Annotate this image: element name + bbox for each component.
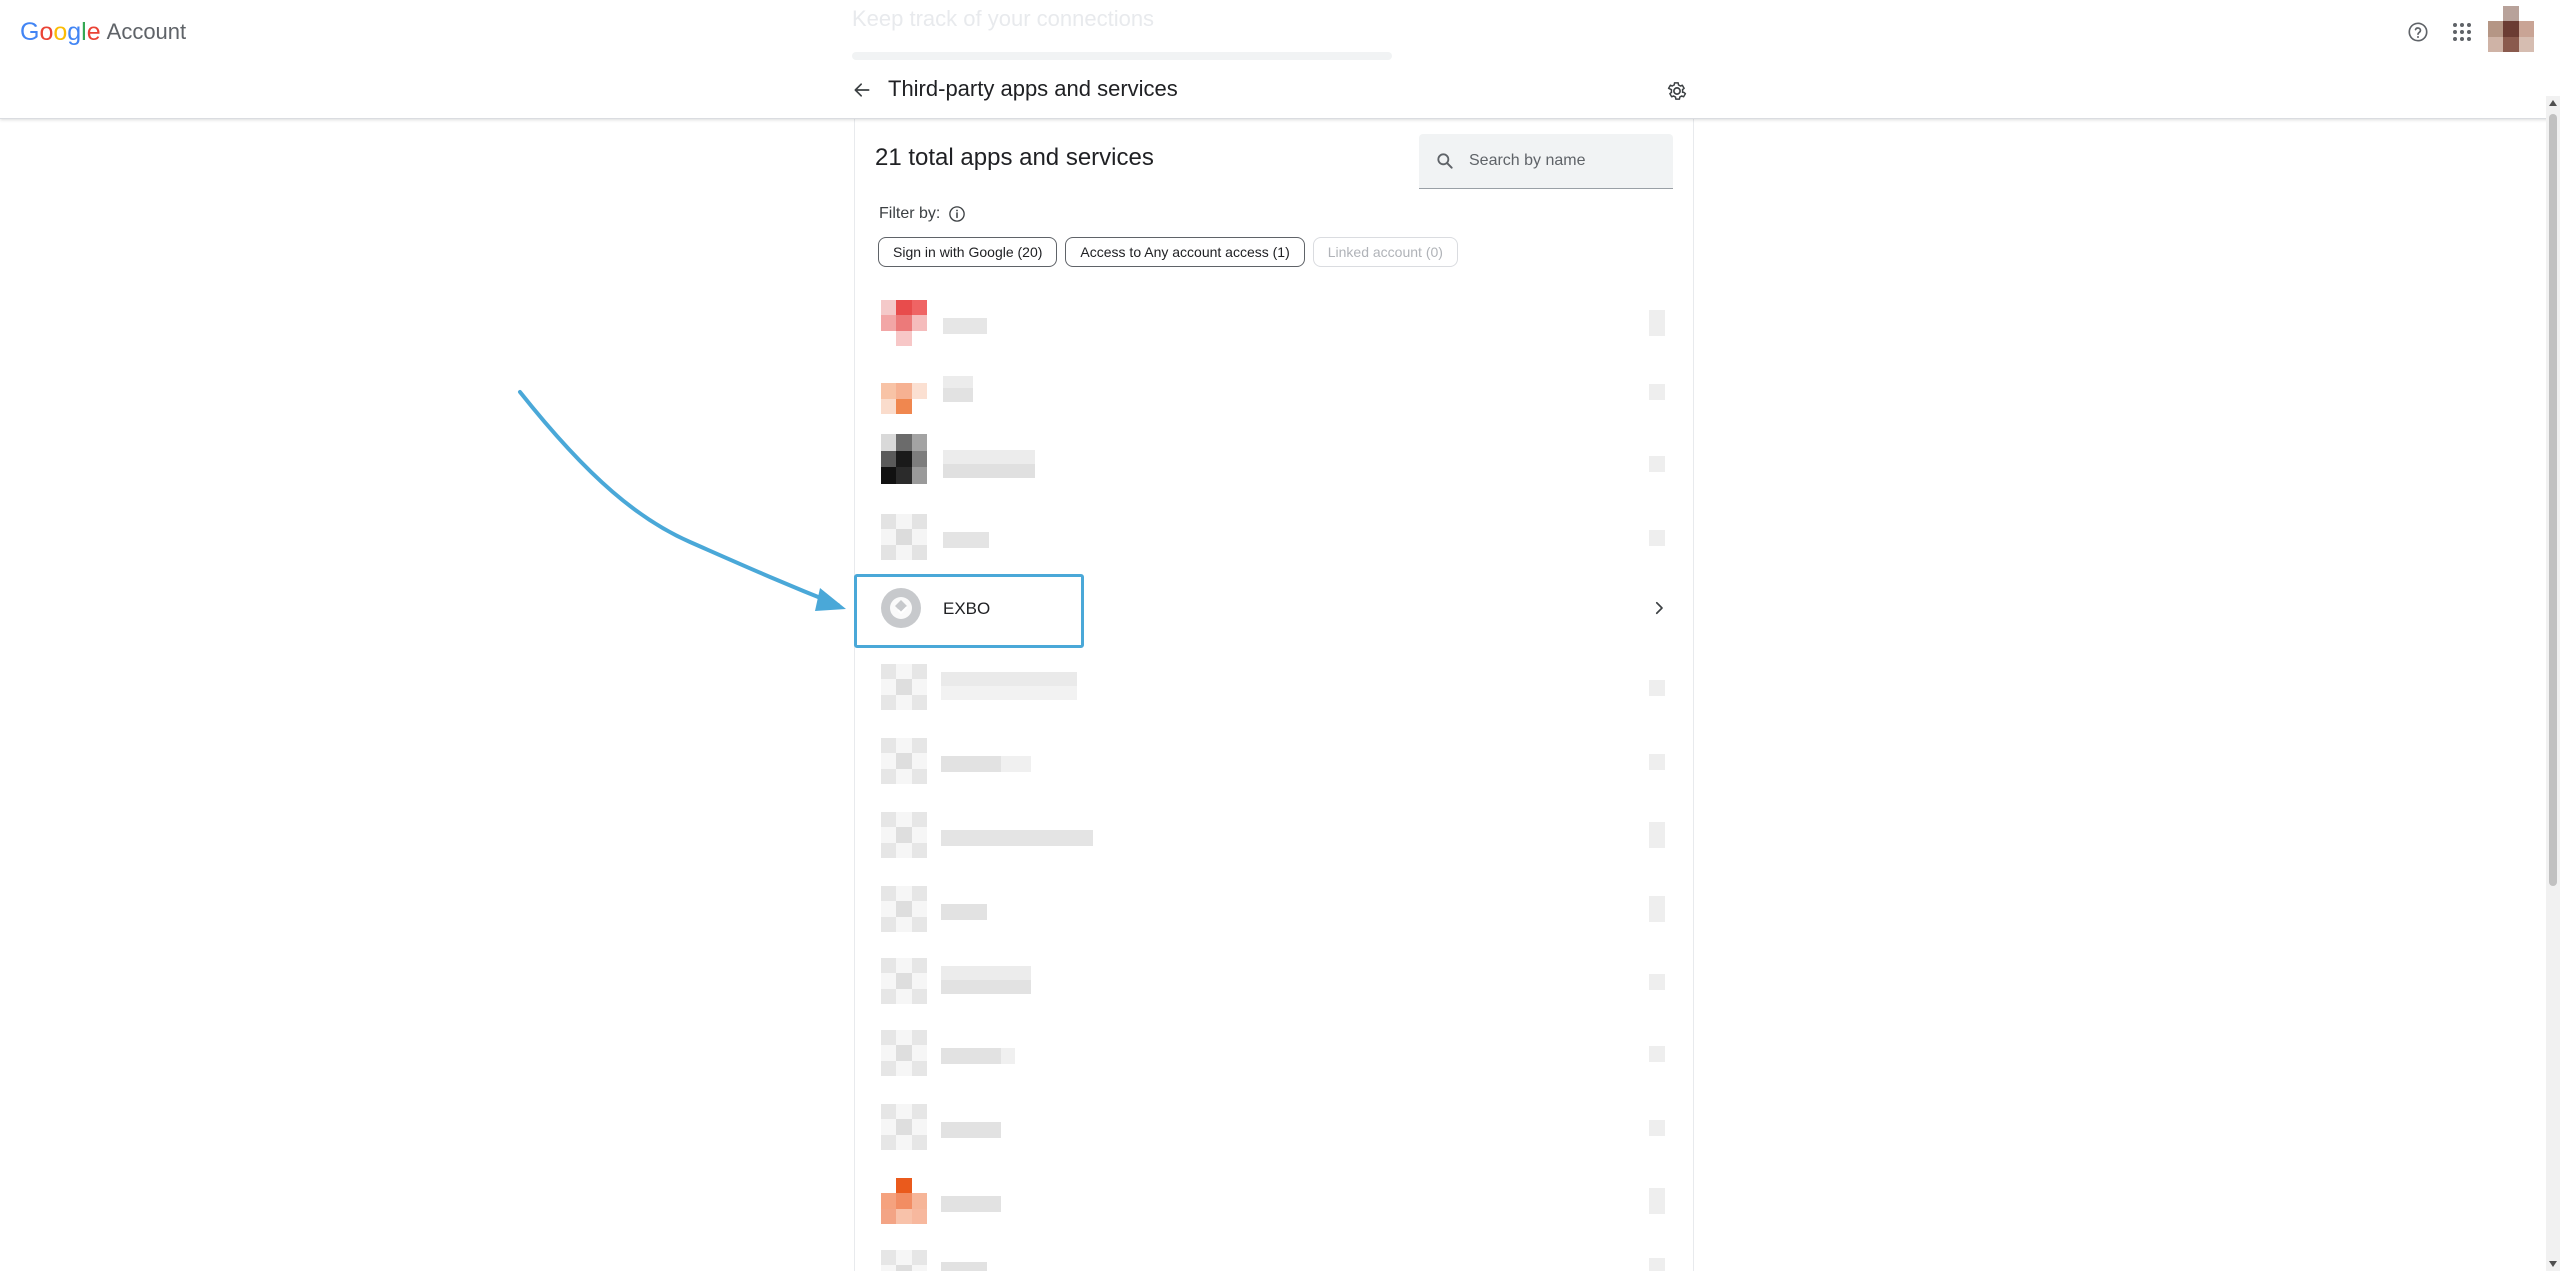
google-logo-letter: o: [53, 17, 68, 46]
redacted-app-icon: [881, 514, 927, 560]
redacted-chevron: [1649, 310, 1665, 336]
scroll-up-arrow-icon[interactable]: [2549, 100, 2557, 106]
redacted-app-icon: [881, 368, 927, 414]
chevron-right-icon: [1647, 596, 1671, 620]
app-list-item[interactable]: [855, 724, 1693, 798]
filter-chip-account-access[interactable]: Access to Any account access (1): [1065, 237, 1305, 267]
redacted-chevron: [1649, 1120, 1665, 1136]
redacted-chevron: [1649, 384, 1665, 400]
google-logo-letter: G: [20, 17, 40, 46]
redacted-app-icon: [881, 300, 927, 346]
redacted-app-icon: [881, 664, 927, 710]
app-list-item[interactable]: [855, 872, 1693, 946]
app-list-item[interactable]: [855, 650, 1693, 724]
account-avatar[interactable]: [2488, 6, 2534, 52]
top-app-bar: Google Account Keep track of your connec…: [0, 0, 2560, 119]
redacted-app-icon: [881, 434, 927, 484]
page-header: Third-party apps and services: [848, 70, 1688, 114]
redacted-chevron: [1649, 896, 1665, 922]
app-list-item[interactable]: [855, 1090, 1693, 1164]
redacted-app-icon: [881, 1104, 927, 1150]
redacted-app-icon: [881, 1030, 927, 1076]
redacted-app-name: [941, 1262, 987, 1271]
redacted-chevron: [1649, 754, 1665, 770]
app-list-item[interactable]: [855, 354, 1693, 428]
info-icon[interactable]: [948, 205, 966, 223]
google-logo: Google: [20, 18, 101, 47]
scrollbar-thumb[interactable]: [2549, 114, 2557, 886]
faded-section-title: Keep track of your connections: [852, 6, 1155, 31]
app-list-item[interactable]: [855, 798, 1693, 872]
apps-grid-icon[interactable]: [2446, 16, 2478, 48]
app-list-item[interactable]: [855, 944, 1693, 1018]
page-title: Third-party apps and services: [888, 76, 1178, 101]
redacted-app-icon: [881, 1178, 927, 1224]
redacted-app-name: [941, 1048, 1015, 1064]
redacted-app-name: [941, 966, 1031, 994]
redacted-app-name: [941, 904, 987, 920]
search-icon: [1437, 153, 1453, 169]
scroll-down-arrow-icon[interactable]: [2549, 1261, 2557, 1267]
app-list-item[interactable]: [855, 1164, 1693, 1238]
redacted-chevron: [1649, 1258, 1665, 1271]
redacted-app-icon: [881, 886, 927, 932]
redacted-chevron: [1649, 530, 1665, 546]
redacted-app-name: [941, 830, 1093, 846]
search-input[interactable]: [1467, 151, 1661, 171]
faded-section-subtitle: [852, 52, 1392, 60]
redacted-app-name: [941, 1196, 1001, 1212]
page-scrollbar[interactable]: [2546, 96, 2560, 1271]
redacted-app-name: [943, 318, 987, 334]
filter-by-label: Filter by:: [879, 205, 966, 223]
redacted-chevron: [1649, 1046, 1665, 1062]
app-list-item-exbo[interactable]: EXBO: [855, 576, 1693, 650]
gear-icon[interactable]: [1662, 76, 1692, 106]
filter-chips: Sign in with Google (20) Access to Any a…: [878, 237, 1458, 267]
app-list-item[interactable]: [855, 286, 1693, 360]
redacted-app-icon: [881, 738, 927, 784]
circular-logo-icon: [881, 588, 921, 628]
google-logo-letter: e: [86, 17, 101, 46]
redacted-app-name: [943, 376, 973, 402]
redacted-chevron: [1649, 1188, 1665, 1214]
redacted-chevron: [1649, 974, 1665, 990]
redacted-chevron: [1649, 680, 1665, 696]
app-name: EXBO: [943, 599, 991, 618]
app-list-item[interactable]: [855, 426, 1693, 500]
redacted-chevron: [1649, 456, 1665, 472]
redacted-app-name: [941, 756, 1031, 772]
filter-chip-linked-account: Linked account (0): [1312, 237, 1458, 267]
app-list-item[interactable]: [855, 1016, 1693, 1090]
total-apps-count: 21 total apps and services: [875, 144, 1154, 171]
redacted-app-icon: [881, 958, 927, 1004]
redacted-app-icon: [881, 1250, 927, 1271]
filter-by-text: Filter by:: [879, 205, 941, 222]
google-logo-letter: o: [39, 17, 54, 46]
redacted-chevron: [1649, 822, 1665, 848]
google-account-brand[interactable]: Google Account: [20, 16, 186, 48]
search-box[interactable]: [1419, 134, 1673, 189]
redacted-app-name: [943, 450, 1035, 478]
help-circle-icon[interactable]: [2402, 16, 2434, 48]
filter-chip-sign-in-with-google[interactable]: Sign in with Google (20): [878, 237, 1058, 267]
google-logo-letter: g: [67, 17, 82, 46]
redacted-app-name: [941, 1122, 1001, 1138]
app-list-item[interactable]: [855, 500, 1693, 574]
apps-card: 21 total apps and services Filter by: Si…: [854, 118, 1694, 1271]
app-list-item[interactable]: [855, 1236, 1693, 1271]
product-name: Account: [106, 19, 187, 44]
arrow-back-icon[interactable]: [848, 76, 876, 104]
redacted-app-name: [943, 532, 989, 548]
redacted-app-icon: [881, 812, 927, 858]
redacted-app-name: [941, 672, 1077, 700]
